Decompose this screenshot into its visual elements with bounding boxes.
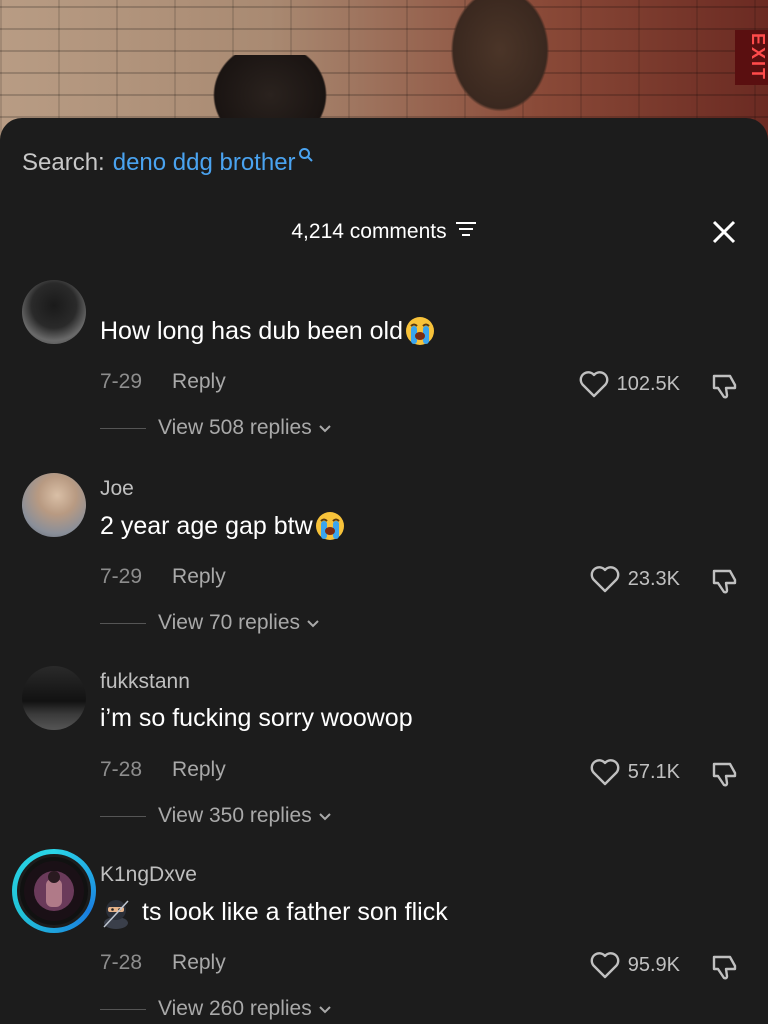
chevron-down-icon xyxy=(318,416,332,440)
close-icon[interactable] xyxy=(710,218,738,246)
avatar-story-ring[interactable] xyxy=(12,849,96,933)
filter-icon[interactable] xyxy=(455,220,477,244)
dislike-icon[interactable] xyxy=(710,565,740,600)
avatar[interactable] xyxy=(22,666,86,730)
like-button[interactable]: 23.3K xyxy=(590,565,680,593)
reply-button[interactable]: Reply xyxy=(172,565,226,589)
heart-icon xyxy=(590,759,620,786)
comment-text: i’m so fucking sorry woowop xyxy=(100,704,413,732)
comment-meta: 7-28 Reply xyxy=(100,758,226,782)
search-icon xyxy=(298,142,314,170)
avatar[interactable] xyxy=(22,473,86,537)
comments-sheet: Search: deno ddg brother 4,214 comments … xyxy=(0,118,768,1024)
comment-meta: 7-29 Reply xyxy=(100,370,226,394)
chevron-down-icon xyxy=(318,804,332,828)
like-count: 57.1K xyxy=(627,760,680,783)
heart-icon xyxy=(590,952,620,979)
chevron-down-icon xyxy=(306,611,320,635)
like-count: 23.3K xyxy=(627,567,680,590)
loudly-crying-face-icon xyxy=(405,316,435,346)
comment-item: Joe 2 year age gap btw 7-29 Reply 23.3K … xyxy=(0,473,768,663)
like-button[interactable]: 102.5K xyxy=(579,370,680,398)
reply-button[interactable]: Reply xyxy=(172,758,226,782)
view-replies-button[interactable]: View 260 replies xyxy=(100,997,332,1021)
comment-date: 7-29 xyxy=(100,370,143,393)
reply-button[interactable]: Reply xyxy=(172,370,226,394)
comment-username[interactable]: Joe xyxy=(100,477,134,501)
search-label: Search: xyxy=(22,149,105,176)
view-replies-button[interactable]: View 350 replies xyxy=(100,804,332,828)
comment-date: 7-28 xyxy=(100,758,143,781)
like-button[interactable]: 95.9K xyxy=(590,951,680,979)
search-suggestion[interactable]: Search: deno ddg brother xyxy=(22,146,314,180)
like-count: 95.9K xyxy=(627,953,680,976)
comment-count: 4,214 comments xyxy=(291,220,447,243)
comment-text: 2 year age gap btw xyxy=(100,511,345,541)
comment-item: How long has dub been old 7-29 Reply 102… xyxy=(0,278,768,468)
comment-text: ts look like a father son flick xyxy=(100,897,448,929)
dislike-icon[interactable] xyxy=(710,758,740,793)
ninja-icon xyxy=(100,897,130,929)
comment-username[interactable]: K1ngDxve xyxy=(100,863,197,887)
heart-icon xyxy=(590,566,620,593)
like-count: 102.5K xyxy=(616,372,680,395)
dislike-icon[interactable] xyxy=(710,951,740,986)
avatar xyxy=(17,854,91,928)
dislike-icon[interactable] xyxy=(710,370,740,405)
heart-icon xyxy=(579,371,608,398)
reply-button[interactable]: Reply xyxy=(172,951,226,975)
search-query-link[interactable]: deno ddg brother xyxy=(113,149,296,177)
comments-header: 4,214 comments xyxy=(0,214,768,250)
loudly-crying-face-icon xyxy=(315,511,345,541)
comment-meta: 7-28 Reply xyxy=(100,951,226,975)
comment-meta: 7-29 Reply xyxy=(100,565,226,589)
comment-item: fukkstann i’m so fucking sorry woowop 7-… xyxy=(0,666,768,856)
comment-username[interactable]: fukkstann xyxy=(100,670,190,694)
comment-date: 7-29 xyxy=(100,565,143,588)
comment-date: 7-28 xyxy=(100,951,143,974)
exit-sign: EXIT xyxy=(735,30,768,85)
view-replies-button[interactable]: View 70 replies xyxy=(100,611,320,635)
comment-text: How long has dub been old xyxy=(100,316,435,346)
video-person-right xyxy=(440,0,560,125)
avatar[interactable] xyxy=(22,280,86,344)
comment-item: K1ngDxve ts look like a father son flick… xyxy=(0,849,768,1024)
chevron-down-icon xyxy=(318,997,332,1021)
like-button[interactable]: 57.1K xyxy=(590,758,680,786)
view-replies-button[interactable]: View 508 replies xyxy=(100,416,332,440)
